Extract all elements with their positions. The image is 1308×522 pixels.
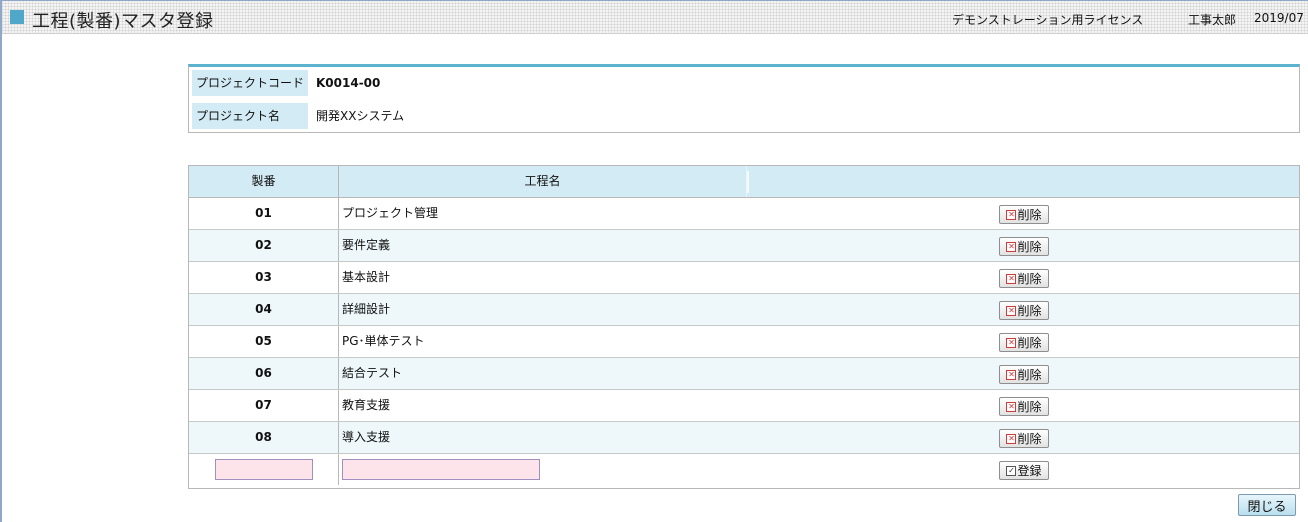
delete-button[interactable]: ✕ 削除 [999,237,1049,256]
table-row: 06 結合テスト ✕ 削除 [189,358,1299,390]
new-entry-row: ✓ 登録 [189,454,1299,486]
new-process-name-input[interactable] [342,459,540,480]
row-process-name: 導入支援 [342,430,391,444]
delete-label: 削除 [1017,368,1042,382]
x-box-icon: ✕ [1006,209,1017,220]
delete-button[interactable]: ✕ 削除 [999,365,1049,384]
x-box-icon: ✕ [1006,305,1017,316]
row-no: 02 [189,230,339,261]
delete-label: 削除 [1017,240,1042,254]
x-box-icon: ✕ [1006,241,1017,252]
row-no: 03 [189,262,339,293]
x-box-icon: ✕ [1006,401,1017,412]
table-row: 03 基本設計 ✕ 削除 [189,262,1299,294]
new-no-input[interactable] [215,459,313,480]
delete-label: 削除 [1017,336,1042,350]
delete-button[interactable]: ✕ 削除 [999,429,1049,448]
x-box-icon: ✕ [1006,273,1017,284]
user-name: 工事太郎 [1188,13,1237,27]
check-box-icon: ✓ [1006,465,1017,476]
column-header-no: 製番 [189,166,339,197]
table-row: 01 プロジェクト管理 ✕ 削除 [189,198,1299,230]
row-process-name: 教育支援 [342,398,391,412]
table-row: 05 PG･単体テスト ✕ 削除 [189,326,1299,358]
license-label: デモンストレーション用ライセンス [952,13,1144,27]
project-code-value: K0014-00 [316,76,381,90]
row-process-name: PG･単体テスト [342,334,425,348]
project-name-value: 開発XXシステム [316,109,405,123]
row-no: 05 [189,326,339,357]
delete-label: 削除 [1017,208,1042,222]
column-header-name: 工程名 [339,166,747,197]
delete-label: 削除 [1017,432,1042,446]
x-box-icon: ✕ [1006,337,1017,348]
delete-button[interactable]: ✕ 削除 [999,301,1049,320]
row-no: 01 [189,198,339,229]
table-header: 製番 工程名 [189,166,1299,198]
row-process-name: 要件定義 [342,238,391,252]
x-box-icon: ✕ [1006,433,1017,444]
row-no: 04 [189,294,339,325]
delete-button[interactable]: ✕ 削除 [999,269,1049,288]
register-label: 登録 [1017,464,1042,478]
project-name-label: プロジェクト名 [192,103,308,129]
date-label: 2019/07 [1254,11,1304,25]
delete-button[interactable]: ✕ 削除 [999,333,1049,352]
page-title: 工程(製番)マスタ登録 [32,11,214,32]
row-process-name: プロジェクト管理 [342,206,439,220]
register-button[interactable]: ✓ 登録 [999,461,1049,480]
x-box-icon: ✕ [1006,369,1017,380]
row-process-name: 基本設計 [342,270,391,284]
project-info-box: プロジェクトコード K0014-00 プロジェクト名 開発XXシステム [188,64,1300,133]
project-code-label: プロジェクトコード [192,70,308,96]
delete-button[interactable]: ✕ 削除 [999,205,1049,224]
row-no: 07 [189,390,339,421]
project-code-row: プロジェクトコード K0014-00 [189,67,1299,97]
row-no: 08 [189,422,339,453]
title-bar: 工程(製番)マスタ登録 デモンストレーション用ライセンス 工事太郎 2019/0… [2,1,1308,34]
delete-label: 削除 [1017,304,1042,318]
table-row: 07 教育支援 ✕ 削除 [189,390,1299,422]
delete-label: 削除 [1017,272,1042,286]
row-process-name: 詳細設計 [342,302,391,316]
delete-button[interactable]: ✕ 削除 [999,397,1049,416]
delete-label: 削除 [1017,400,1042,414]
table-row: 04 詳細設計 ✕ 削除 [189,294,1299,326]
process-table: 製番 工程名 01 プロジェクト管理 ✕ 削除 02 要件定義 ✕ 削除 03 基本設計 ✕ 削除 04… [188,165,1300,489]
row-process-name: 結合テスト [342,366,403,380]
title-square-icon [10,10,24,24]
column-header-action [749,166,1299,197]
table-row: 08 導入支援 ✕ 削除 [189,422,1299,454]
table-row: 02 要件定義 ✕ 削除 [189,230,1299,262]
close-button[interactable]: 閉じる [1238,494,1296,516]
project-name-row: プロジェクト名 開発XXシステム [189,100,1299,130]
row-no: 06 [189,358,339,389]
new-no-cell [189,454,339,485]
